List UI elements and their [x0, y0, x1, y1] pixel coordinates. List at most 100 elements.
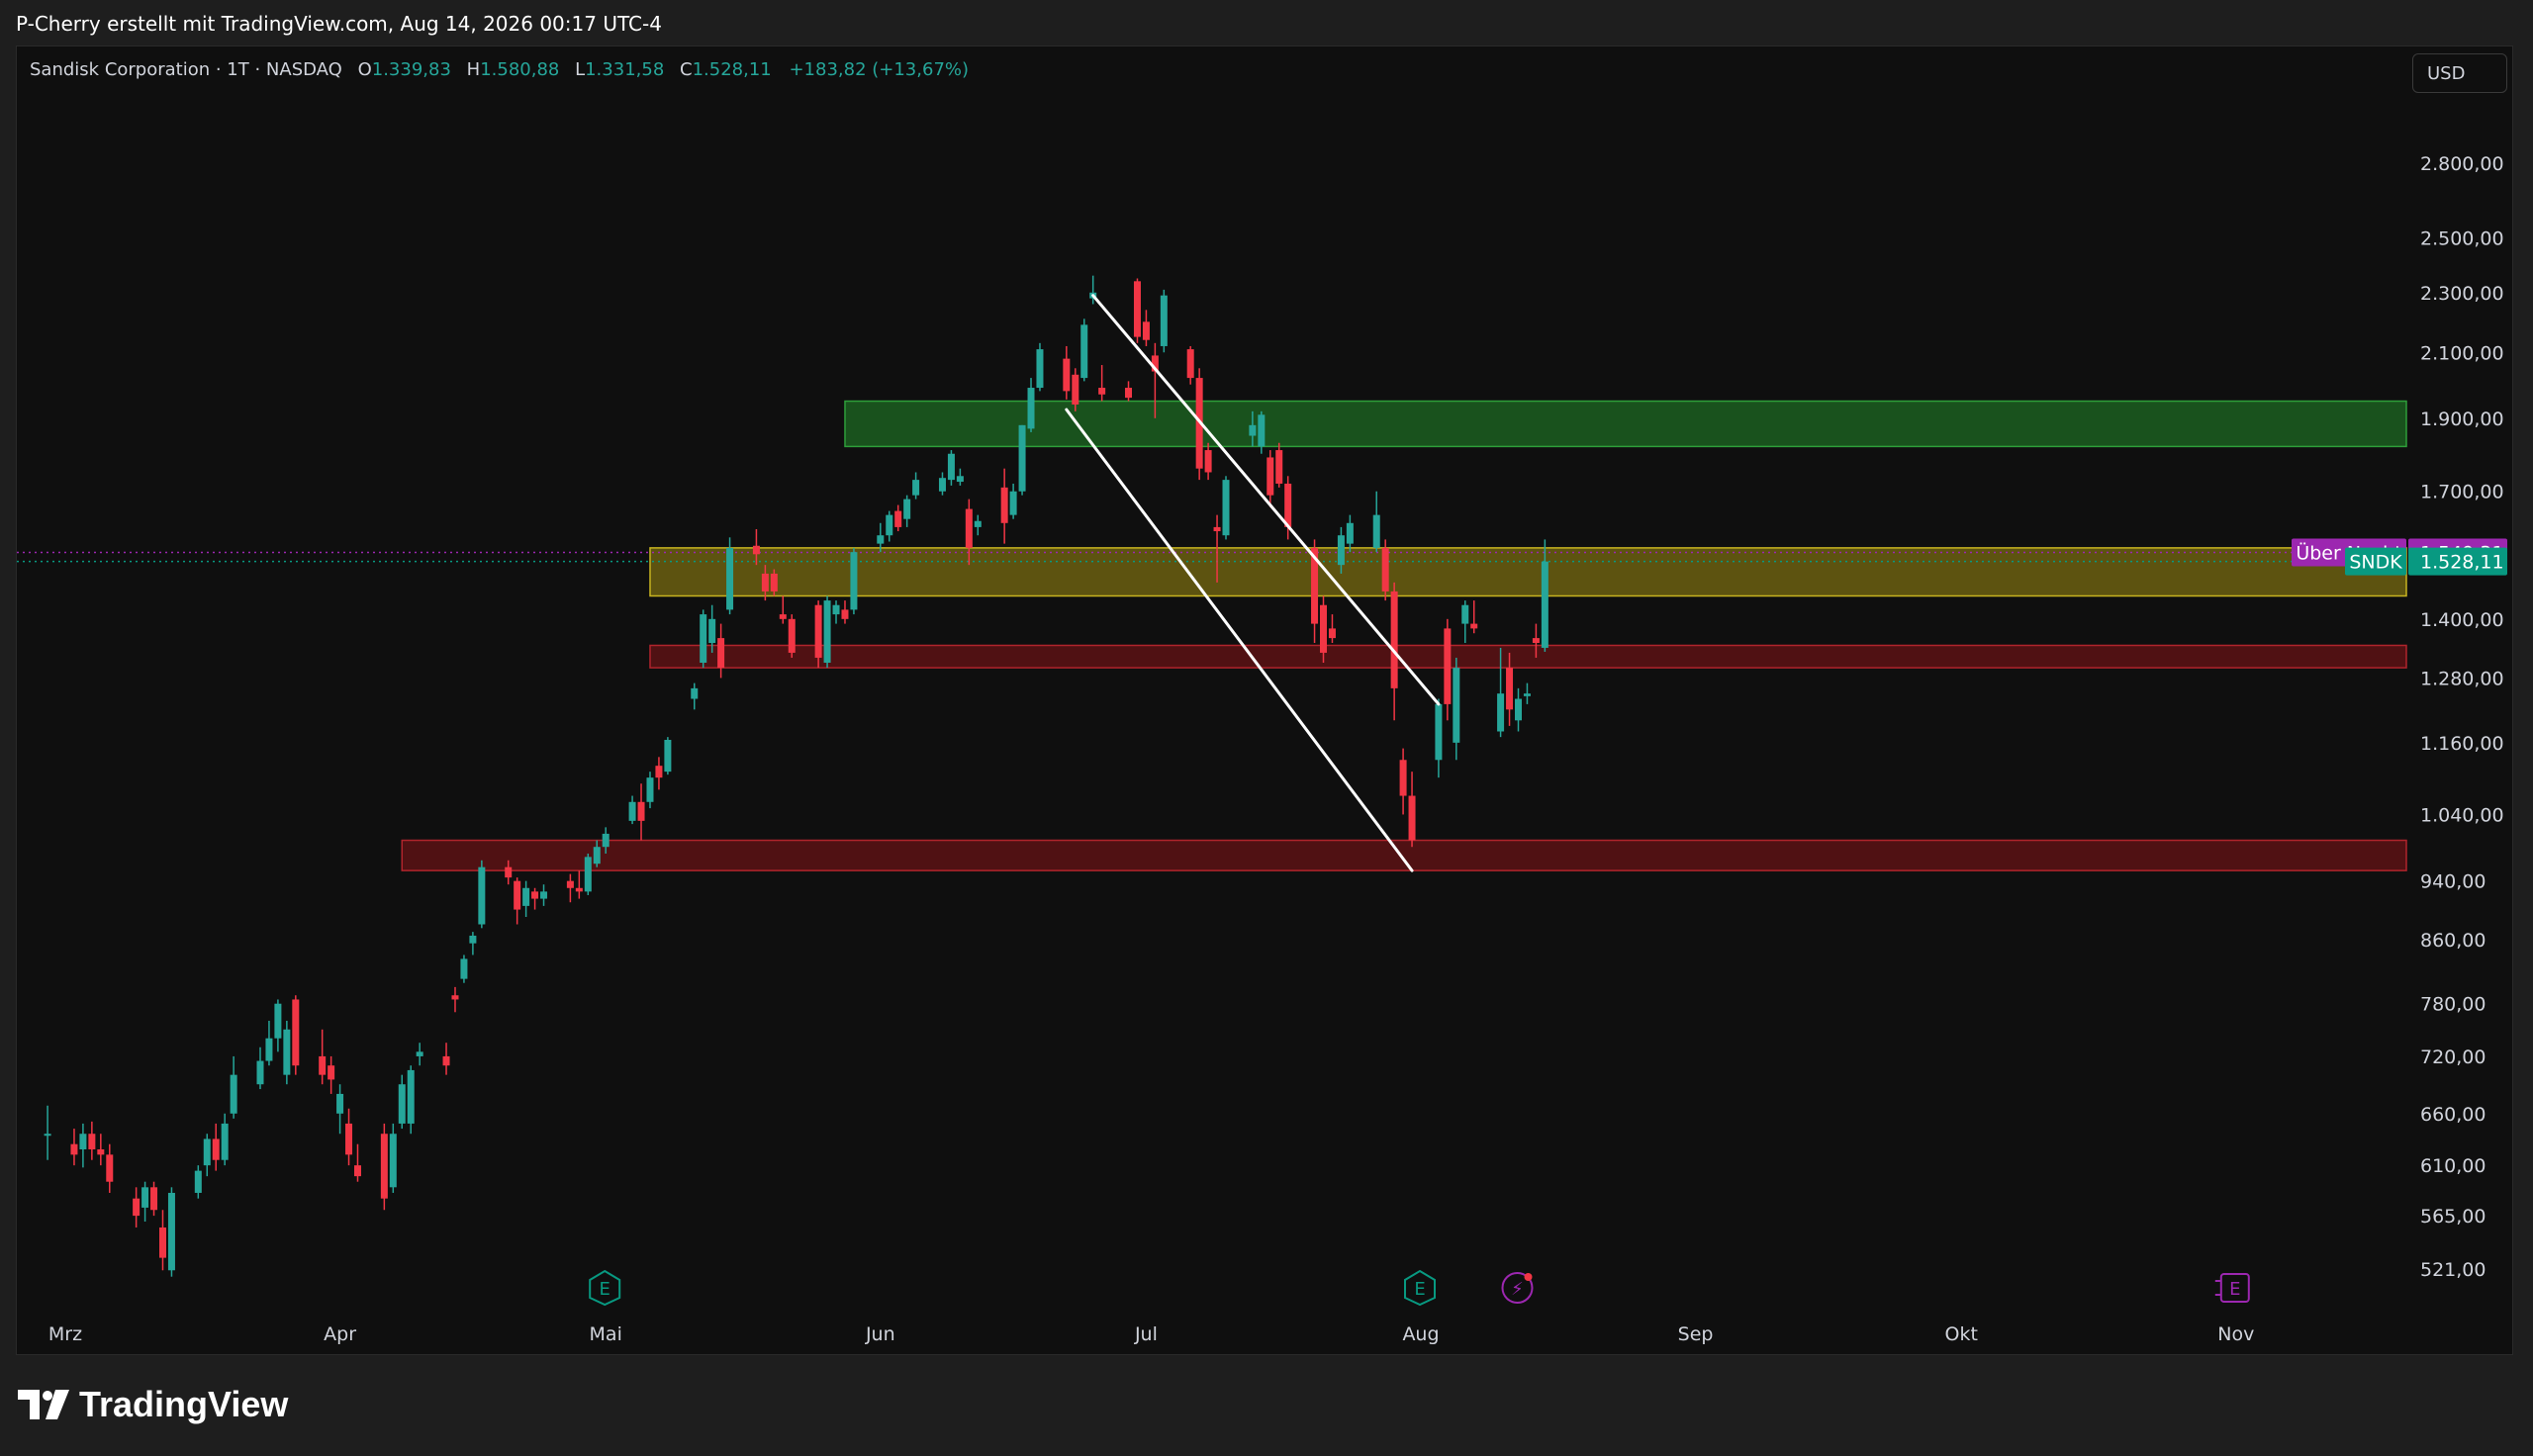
candle-up[interactable] [336, 1093, 344, 1114]
candle-down[interactable] [1275, 450, 1283, 484]
candle-up[interactable] [1453, 668, 1460, 743]
candle-up[interactable] [1258, 414, 1266, 447]
candle-up[interactable] [1036, 349, 1044, 389]
currency-button[interactable]: USD [2412, 53, 2507, 93]
candle-down[interactable] [1532, 638, 1540, 644]
candle-down[interactable] [1266, 457, 1274, 496]
candle-up[interactable] [947, 453, 955, 481]
candle-up[interactable] [79, 1134, 87, 1149]
candle-down[interactable] [1000, 487, 1008, 523]
candle-up[interactable] [1249, 424, 1257, 436]
candle-up[interactable] [877, 535, 885, 544]
candle-up[interactable] [832, 604, 840, 615]
candle-up[interactable] [850, 552, 858, 610]
candle-up[interactable] [283, 1029, 291, 1075]
candle-up[interactable] [398, 1084, 406, 1124]
candle-up[interactable] [389, 1134, 397, 1188]
candle-up[interactable] [194, 1170, 202, 1193]
candle-down[interactable] [345, 1123, 353, 1155]
candle-up[interactable] [886, 514, 893, 536]
candle-up[interactable] [956, 476, 964, 483]
candle-up[interactable] [708, 618, 716, 644]
candle-up[interactable] [1222, 480, 1230, 536]
candle-down[interactable] [770, 573, 778, 592]
candle-down[interactable] [1063, 358, 1071, 392]
candle-down[interactable] [717, 638, 725, 669]
candle-up[interactable] [167, 1192, 175, 1271]
candle-up[interactable] [407, 1069, 415, 1124]
candle-down[interactable] [1328, 628, 1336, 639]
candle-down[interactable] [1506, 668, 1514, 710]
candle-up[interactable] [1346, 522, 1354, 544]
candle-down[interactable] [1072, 374, 1079, 405]
candle-up[interactable] [460, 958, 468, 979]
candle-up[interactable] [1337, 535, 1345, 566]
candle-up[interactable] [726, 547, 734, 610]
candle-down[interactable] [575, 887, 583, 892]
candle-down[interactable] [106, 1154, 114, 1182]
candle-down[interactable] [1470, 623, 1478, 629]
candle-down[interactable] [353, 1165, 361, 1177]
candle-up[interactable] [203, 1138, 211, 1166]
candle-down[interactable] [1381, 547, 1389, 592]
candle-down[interactable] [1408, 795, 1416, 841]
candle-down[interactable] [566, 880, 574, 888]
candle-down[interactable] [814, 604, 822, 658]
candle-down[interactable] [752, 545, 760, 555]
candle-down[interactable] [1142, 321, 1150, 340]
candle-down[interactable] [1098, 388, 1106, 395]
candle-down[interactable] [1213, 526, 1221, 532]
candle-up[interactable] [646, 777, 654, 802]
candle-down[interactable] [965, 508, 973, 548]
trendline-1[interactable] [1091, 294, 1441, 706]
candle-up[interactable] [522, 887, 530, 906]
candle-up[interactable] [416, 1051, 423, 1056]
candlestick-chart[interactable]: 2.800,00 2.500,00 2.300,00 2.100,00 1.900,00… [0, 0, 2533, 1456]
candle-up[interactable] [700, 614, 707, 664]
candle-up[interactable] [664, 739, 672, 773]
candle-down[interactable] [637, 801, 645, 821]
candle-down[interactable] [779, 614, 787, 619]
candle-up[interactable] [1435, 703, 1443, 761]
candle-down[interactable] [531, 891, 539, 899]
zone-yellow-1[interactable] [649, 547, 2407, 597]
candle-down[interactable] [655, 766, 663, 778]
candle-down[interactable] [380, 1134, 388, 1199]
candle-down[interactable] [133, 1198, 141, 1217]
candle-up[interactable] [1461, 604, 1469, 624]
candle-down[interactable] [894, 510, 902, 527]
candle-up[interactable] [1080, 324, 1088, 379]
candle-down[interactable] [328, 1065, 335, 1080]
candle-up[interactable] [1160, 295, 1168, 346]
candle-down[interactable] [761, 573, 769, 592]
candle-up[interactable] [628, 801, 636, 821]
candle-up[interactable] [938, 478, 946, 492]
candle-up[interactable] [256, 1060, 264, 1085]
candle-down[interactable] [1133, 281, 1141, 337]
candle-down[interactable] [1390, 591, 1398, 688]
candle-up[interactable] [584, 857, 592, 892]
candle-up[interactable] [478, 866, 486, 925]
candle-down[interactable] [841, 609, 849, 619]
candle-down[interactable] [1399, 760, 1407, 796]
candle-down[interactable] [292, 999, 300, 1066]
candle-up[interactable] [265, 1038, 273, 1061]
candle-up[interactable] [221, 1123, 229, 1160]
zone-green-0[interactable] [844, 400, 2407, 448]
candle-up[interactable] [141, 1187, 149, 1208]
candle-up[interactable] [540, 891, 548, 899]
zone-red-2[interactable] [649, 644, 2407, 669]
candle-up[interactable] [903, 499, 911, 519]
tradingview-logo[interactable]: TradingView [18, 1383, 288, 1426]
candle-up[interactable] [469, 935, 477, 944]
candle-down[interactable] [212, 1138, 220, 1160]
candle-down[interactable] [1186, 349, 1194, 379]
candle-up[interactable] [602, 833, 610, 848]
symbol-description[interactable]: Sandisk Corporation · 1T · NASDAQ [30, 59, 342, 80]
candle-down[interactable] [158, 1227, 166, 1258]
candle-down[interactable] [442, 1055, 450, 1066]
candle-up[interactable] [593, 847, 601, 864]
candle-up[interactable] [230, 1074, 237, 1114]
candle-down[interactable] [1125, 388, 1133, 399]
candle-down[interactable] [514, 880, 521, 910]
